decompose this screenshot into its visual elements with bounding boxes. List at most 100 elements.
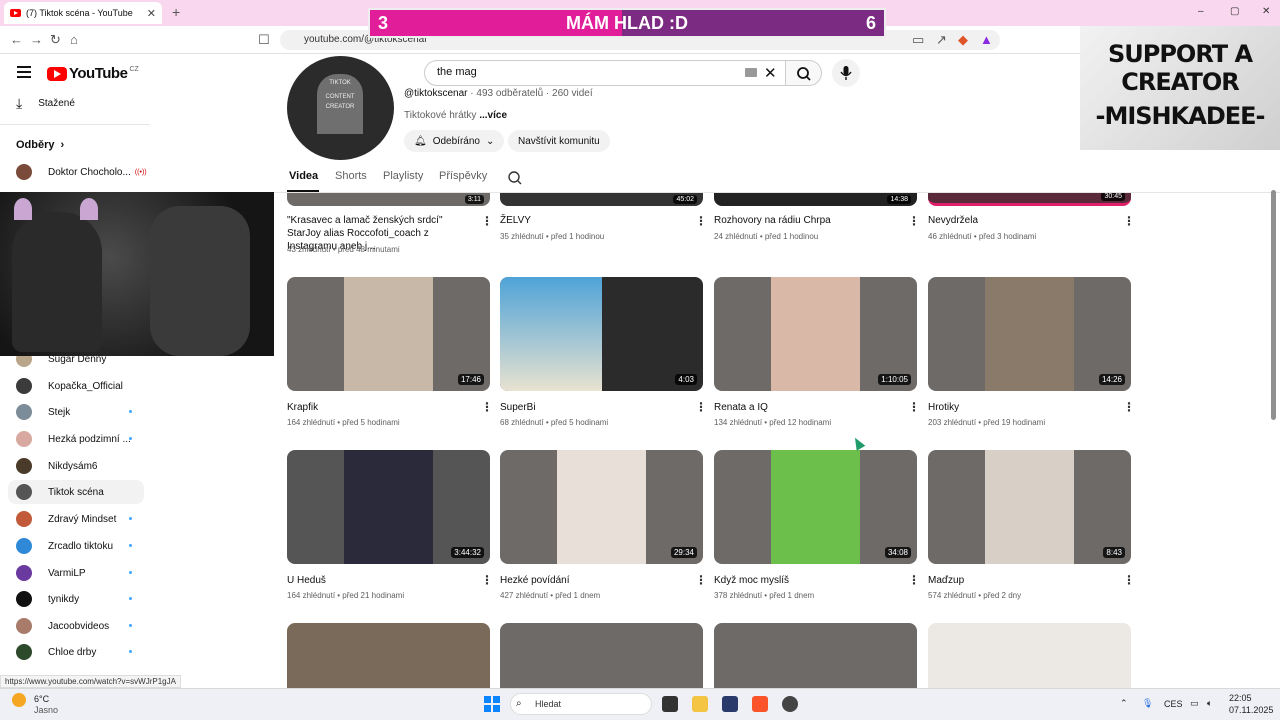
video-title[interactable]: Renata a IQ — [714, 401, 894, 414]
sidebar-item-channel[interactable]: Stejk — [16, 402, 132, 422]
video-title[interactable]: Nevydržela — [928, 214, 1108, 227]
sidebar-item-channel[interactable]: VarmiLP — [16, 563, 132, 583]
more-options-icon[interactable]: ⋮ — [908, 573, 920, 587]
input-language[interactable]: CES — [1164, 699, 1183, 709]
microphone-tray-icon[interactable]: 🎙︎ — [1142, 698, 1153, 709]
video-thumbnail[interactable]: 3:11 — [287, 193, 490, 206]
video-thumbnail[interactable]: 17:46 — [287, 277, 490, 391]
channel-avatar[interactable]: TIKTOK CONTENT CREATOR — [287, 56, 394, 160]
subscribed-button[interactable]: 🔔︎ Odebíráno ⌄ — [404, 130, 505, 152]
sidebar-item-channel[interactable]: Kopačka_Official — [16, 376, 123, 396]
visit-community-button[interactable]: Navštívit komunitu — [508, 130, 610, 152]
obs-icon[interactable] — [782, 696, 798, 712]
channel-description[interactable]: Tiktokové hrátky ...více — [404, 110, 507, 121]
share-icon[interactable]: ↗ — [936, 32, 947, 48]
video-thumbnail[interactable] — [714, 623, 917, 688]
video-thumbnail[interactable]: 4:03 — [500, 277, 703, 391]
taskbar-search[interactable]: Hledat — [510, 693, 652, 715]
more-options-icon[interactable]: ⋮ — [1123, 400, 1135, 414]
reload-icon[interactable]: ↻ — [50, 32, 61, 48]
home-icon[interactable]: ⌂ — [70, 32, 78, 47]
more-options-icon[interactable]: ⋮ — [908, 400, 920, 414]
brave-browser-icon[interactable] — [752, 696, 768, 712]
video-thumbnail[interactable]: 8:43 — [928, 450, 1131, 564]
video-title[interactable]: U Heduš — [287, 574, 467, 587]
windows-start-icon[interactable] — [484, 696, 500, 712]
more-options-icon[interactable]: ⋮ — [1123, 214, 1135, 228]
minimize-button[interactable]: – — [1198, 6, 1204, 17]
tray-chevron-icon[interactable]: ⌃ — [1120, 698, 1128, 709]
weather-temp[interactable]: 6°C — [34, 694, 49, 704]
video-title[interactable]: Maďzup — [928, 574, 1108, 587]
video-title[interactable]: Hezké povídání — [500, 574, 680, 587]
video-thumbnail[interactable]: 14:38 — [714, 193, 917, 206]
sidebar-item-channel[interactable]: Doktor Chocholo... ((•)) — [16, 162, 147, 182]
video-title[interactable]: Krapfik — [287, 401, 467, 414]
task-view-icon[interactable] — [662, 696, 678, 712]
page-scrollbar[interactable] — [1271, 190, 1276, 420]
brave-shield-icon[interactable]: ◆ — [958, 32, 968, 48]
volume-icon[interactable]: 🔈︎ — [1207, 698, 1212, 709]
video-title[interactable]: Hrotiky — [928, 401, 1108, 414]
clear-search-icon[interactable]: ✕ — [764, 64, 777, 82]
sidebar-item-channel[interactable]: Jacoobvideos — [16, 616, 132, 636]
sidebar-item-channel[interactable]: Zdravý Mindset — [16, 509, 132, 529]
search-button[interactable] — [786, 60, 822, 86]
search-input[interactable]: the mag — [424, 60, 786, 86]
video-thumbnail[interactable]: 30:45 — [928, 193, 1131, 206]
sidebar-item-channel[interactable]: Nikdysám6 — [16, 456, 97, 476]
more-link[interactable]: ...více — [476, 110, 507, 121]
tab-videos[interactable]: Videa — [289, 170, 318, 182]
video-thumbnail[interactable] — [928, 623, 1131, 688]
keyboard-icon[interactable] — [745, 68, 757, 77]
more-options-icon[interactable]: ⋮ — [695, 400, 707, 414]
video-thumbnail[interactable]: 34:08 — [714, 450, 917, 564]
back-icon[interactable]: ← — [10, 32, 23, 47]
video-title[interactable]: Rozhovory na rádiu Chrpa — [714, 214, 894, 227]
youtube-logo[interactable]: YouTube CZ — [47, 65, 139, 82]
video-thumbnail[interactable] — [287, 623, 490, 688]
new-tab-button[interactable]: + — [172, 4, 180, 20]
video-thumbnail[interactable]: 14:26 — [928, 277, 1131, 391]
bookmark-icon[interactable]: ☐ — [258, 32, 270, 48]
video-thumbnail[interactable]: 1:10:05 — [714, 277, 917, 391]
cast-icon[interactable]: ▭ — [912, 32, 924, 48]
app-icon[interactable] — [722, 696, 738, 712]
more-options-icon[interactable]: ⋮ — [481, 214, 493, 228]
voice-search-button[interactable] — [832, 59, 860, 87]
sidebar-item-channel[interactable]: Hezká podzimní ... — [16, 429, 132, 449]
more-options-icon[interactable]: ⋮ — [695, 214, 707, 228]
video-thumbnail[interactable]: 45:02 — [500, 193, 703, 206]
browser-tab[interactable]: (7) Tiktok scéna - YouTube ✕ — [4, 2, 162, 24]
video-thumbnail[interactable] — [500, 623, 703, 688]
video-thumbnail[interactable]: 3:44:32 — [287, 450, 490, 564]
close-window-button[interactable]: ✕ — [1262, 6, 1270, 17]
more-options-icon[interactable]: ⋮ — [481, 573, 493, 587]
more-options-icon[interactable]: ⋮ — [695, 573, 707, 587]
rewards-icon[interactable]: ▲ — [980, 32, 993, 47]
more-options-icon[interactable]: ⋮ — [481, 400, 493, 414]
video-title[interactable]: ŽELVY — [500, 214, 680, 227]
tab-shorts[interactable]: Shorts — [335, 170, 367, 182]
sidebar-subscriptions-header[interactable]: Odběry › — [16, 135, 64, 155]
sidebar-item-channel[interactable]: tynikdy — [16, 589, 132, 609]
video-title[interactable]: Když moc myslíš — [714, 574, 894, 587]
maximize-button[interactable]: ▢ — [1230, 6, 1239, 17]
tab-playlists[interactable]: Playlisty — [383, 170, 423, 182]
sidebar-item-channel[interactable]: Zrcadlo tiktoku — [16, 536, 132, 556]
more-options-icon[interactable]: ⋮ — [1123, 573, 1135, 587]
clock-date[interactable]: 07.11.2025 — [1229, 705, 1273, 715]
file-explorer-icon[interactable] — [692, 696, 708, 712]
sidebar-item-channel[interactable]: Tiktok scéna — [16, 482, 104, 502]
more-options-icon[interactable]: ⋮ — [908, 214, 920, 228]
clock-time[interactable]: 22:05 — [1229, 693, 1252, 703]
channel-search-icon[interactable] — [507, 170, 523, 186]
tab-close-icon[interactable]: ✕ — [147, 7, 156, 20]
video-title[interactable]: SuperBi — [500, 401, 680, 414]
network-icon[interactable]: ▭ — [1190, 698, 1199, 709]
forward-icon[interactable]: → — [30, 32, 43, 47]
video-thumbnail[interactable]: 29:34 — [500, 450, 703, 564]
tab-posts[interactable]: Příspěvky — [439, 170, 487, 182]
sidebar-item-channel[interactable]: Chloe drby — [16, 642, 132, 662]
menu-icon[interactable] — [17, 66, 31, 78]
